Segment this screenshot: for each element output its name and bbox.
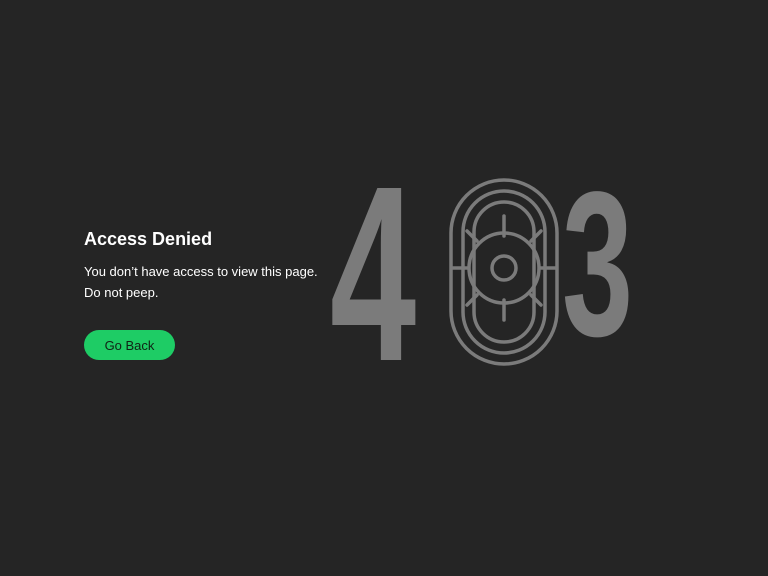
vault-door-icon — [449, 178, 559, 366]
error-description-line-1: You don’t have access to view this page. — [84, 264, 318, 279]
error-code-digit-4: 4 — [330, 176, 416, 366]
error-page: Access Denied You don’t have access to v… — [0, 0, 768, 576]
error-code-illustration: 4 3 — [330, 176, 633, 366]
page-title: Access Denied — [84, 229, 213, 249]
error-code-digit-3: 3 — [562, 176, 633, 366]
error-message: Access Denied You don’t have access to v… — [84, 228, 344, 360]
go-back-button[interactable]: Go Back — [84, 330, 175, 360]
error-description-line-2: Do not peep. — [84, 285, 159, 300]
